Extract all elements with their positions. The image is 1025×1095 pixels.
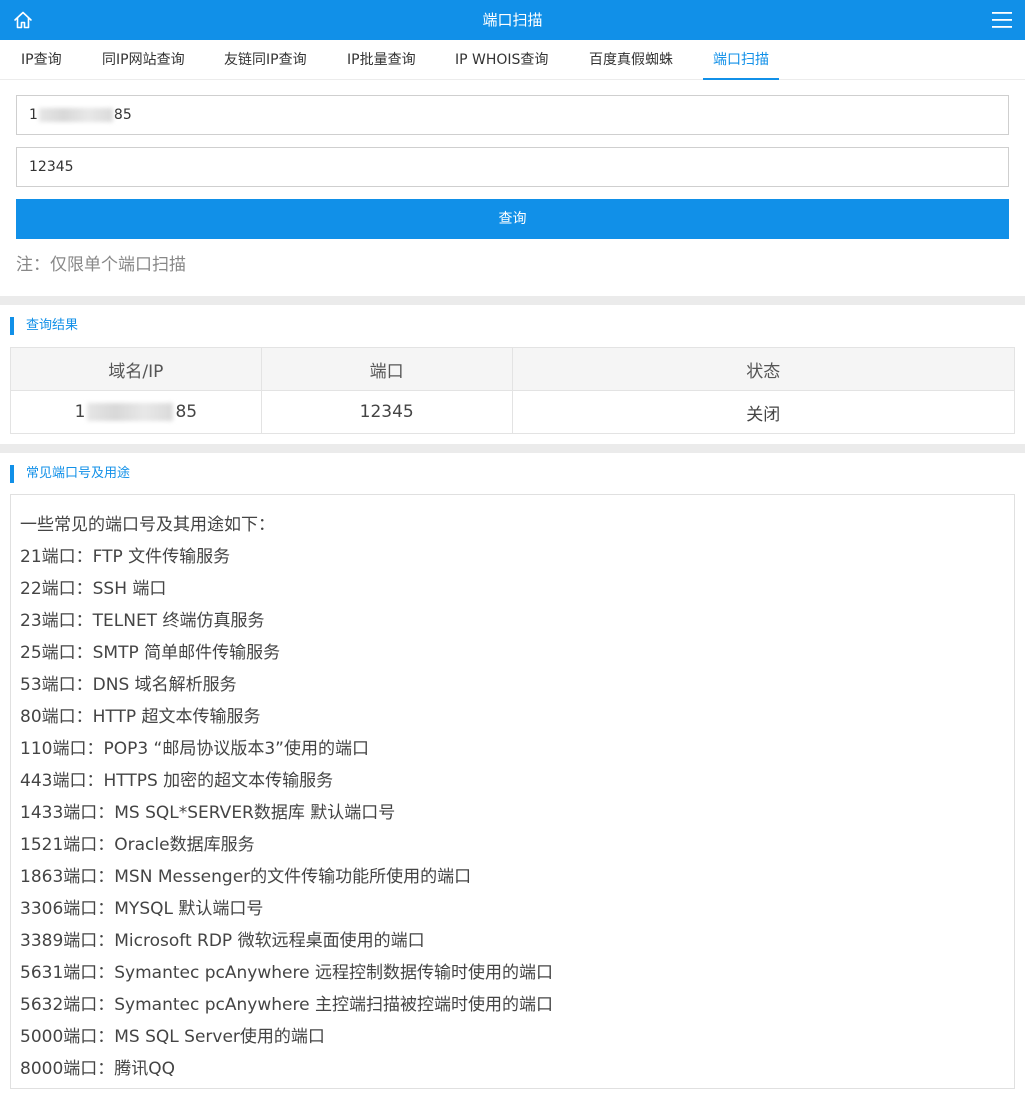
common-ports-title-text: 常见端口号及用途 <box>26 466 131 481</box>
list-item: 22端口：SSH 端口 <box>20 579 167 599</box>
section-divider <box>0 444 1025 453</box>
ip-input-suffix: 85 <box>113 107 132 123</box>
list-item: 3306端口：MYSQL 默认端口号 <box>20 899 264 919</box>
section-accent-bar <box>10 465 14 483</box>
list-item: 21端口：FTP 文件传输服务 <box>20 547 231 567</box>
list-item: 1521端口：Oracle数据库服务 <box>20 835 255 855</box>
list-item: 23端口：TELNET 终端仿真服务 <box>20 611 265 631</box>
port-input[interactable] <box>16 147 1009 187</box>
results-table: 域名/IP 端口 状态 1 85 12345 关闭 <box>10 347 1016 434</box>
tab-ip-query[interactable]: IP查询 <box>11 40 72 80</box>
result-ip-cell: 1 85 <box>10 390 262 434</box>
result-port-cell: 12345 <box>260 390 513 434</box>
list-item: 一些常见的端口号及其用途如下： <box>20 515 275 535</box>
column-header-port: 端口 <box>260 347 513 391</box>
result-ip-prefix: 1 <box>74 402 86 422</box>
section-divider <box>0 296 1025 305</box>
top-bar: 端口扫描 <box>0 0 1025 40</box>
common-ports-list: 一些常见的端口号及其用途如下： 21端口：FTP 文件传输服务 22端口：SSH… <box>10 494 1015 1089</box>
list-item: 5000端口：MS SQL Server使用的端口 <box>20 1027 325 1047</box>
page-title: 端口扫描 <box>482 11 543 29</box>
tab-baidu-spider[interactable]: 百度真假蜘蛛 <box>579 40 683 80</box>
hamburger-menu-icon[interactable] <box>991 10 1013 30</box>
tab-ip-whois[interactable]: IP WHOIS查询 <box>445 40 558 80</box>
results-title-text: 查询结果 <box>26 318 79 333</box>
results-section-title: 查询结果 <box>10 317 78 335</box>
tab-bar: IP查询 同IP网站查询 友链同IP查询 IP批量查询 IP WHOIS查询 百… <box>0 40 1025 80</box>
result-status-cell: 关闭 <box>511 390 1016 434</box>
list-item: 8000端口：腾讯QQ <box>20 1059 176 1079</box>
scan-note: 注：仅限单个端口扫描 <box>16 255 186 275</box>
tab-same-ip-sites[interactable]: 同IP网站查询 <box>92 40 195 80</box>
section-accent-bar <box>10 317 14 335</box>
ip-input-prefix: 1 <box>29 107 38 123</box>
result-ip-suffix: 85 <box>175 402 198 422</box>
list-item: 5632端口：Symantec pcAnywhere 主控端扫描被控端时使用的端… <box>20 995 553 1015</box>
table-row: 1 85 12345 关闭 <box>10 390 1016 434</box>
column-header-domain-ip: 域名/IP <box>10 347 262 391</box>
ip-input[interactable]: 1 85 <box>16 95 1009 135</box>
result-ip-blurred-segment <box>87 403 174 421</box>
list-item: 53端口：DNS 域名解析服务 <box>20 675 237 695</box>
list-item: 5631端口：Symantec pcAnywhere 远程控制数据传输时使用的端… <box>20 963 553 983</box>
list-item: 80端口：HTTP 超文本传输服务 <box>20 707 261 727</box>
tab-ip-batch-query[interactable]: IP批量查询 <box>337 40 426 80</box>
tab-friend-link-same-ip[interactable]: 友链同IP查询 <box>214 40 317 80</box>
table-header-row: 域名/IP 端口 状态 <box>10 347 1016 391</box>
list-item: 1433端口：MS SQL*SERVER数据库 默认端口号 <box>20 803 396 823</box>
common-ports-section-title: 常见端口号及用途 <box>10 465 130 483</box>
query-button[interactable]: 查询 <box>16 199 1009 239</box>
list-item: 25端口：SMTP 简单邮件传输服务 <box>20 643 281 663</box>
tab-port-scan[interactable]: 端口扫描 <box>703 40 779 80</box>
list-item: 110端口：POP3 “邮局协议版本3”使用的端口 <box>20 739 369 759</box>
list-item: 443端口：HTTPS 加密的超文本传输服务 <box>20 771 334 791</box>
ip-blurred-segment <box>38 108 113 122</box>
column-header-status: 状态 <box>511 347 1016 391</box>
list-item: 3389端口：Microsoft RDP 微软远程桌面使用的端口 <box>20 931 425 951</box>
list-item: 1863端口：MSN Messenger的文件传输功能所使用的端口 <box>20 867 472 887</box>
